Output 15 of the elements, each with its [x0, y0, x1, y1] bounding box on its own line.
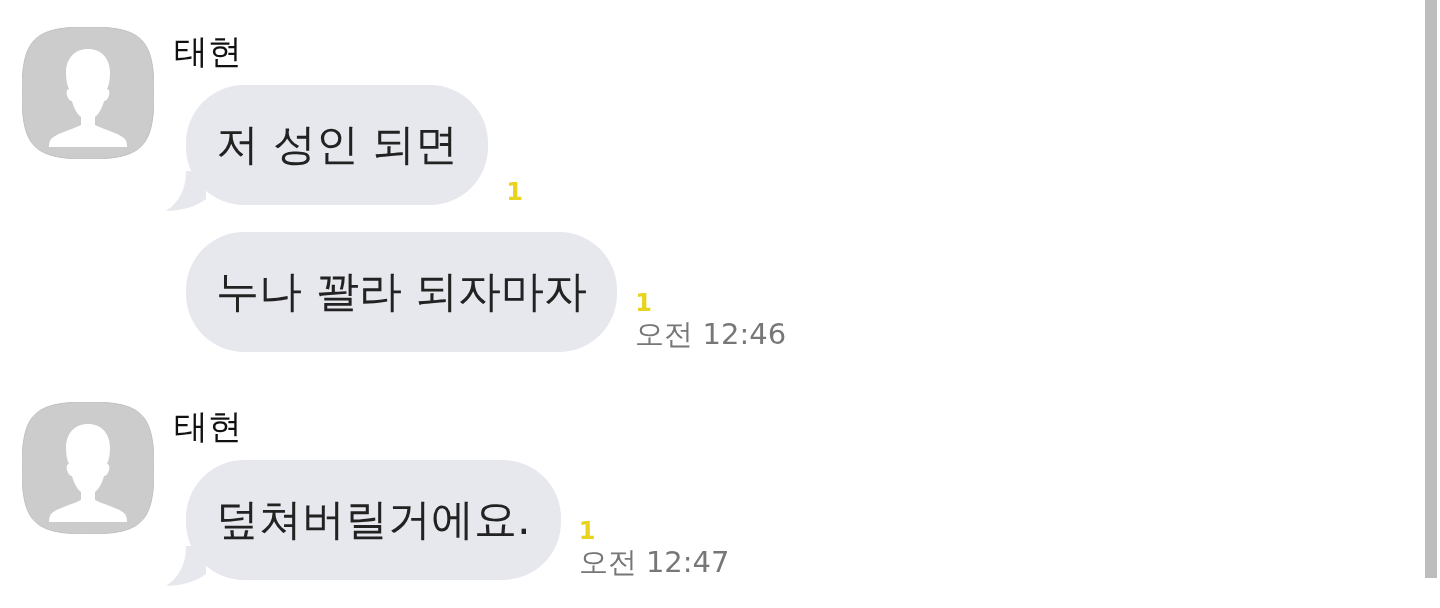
avatar-icon [22, 402, 154, 534]
sender-name: 태현 [174, 405, 242, 448]
message-time: 오전 12:47 [578, 544, 730, 580]
unread-count: 1 [635, 290, 653, 316]
message-time: 오전 12:46 [635, 316, 787, 352]
message-bubble: 저 성인 되면 [186, 85, 489, 205]
bubble-tail [166, 546, 206, 586]
unread-count: 1 [506, 179, 524, 205]
scrollbar[interactable] [1425, 0, 1437, 578]
bubble-tail [166, 171, 206, 211]
sender-name: 태현 [174, 30, 242, 73]
avatar-icon [22, 27, 154, 159]
message-bubble: 누나 꽐라 되자마자 [186, 232, 618, 352]
unread-count: 1 [578, 518, 596, 544]
message-bubble: 덮쳐버릴거에요. [186, 460, 561, 580]
